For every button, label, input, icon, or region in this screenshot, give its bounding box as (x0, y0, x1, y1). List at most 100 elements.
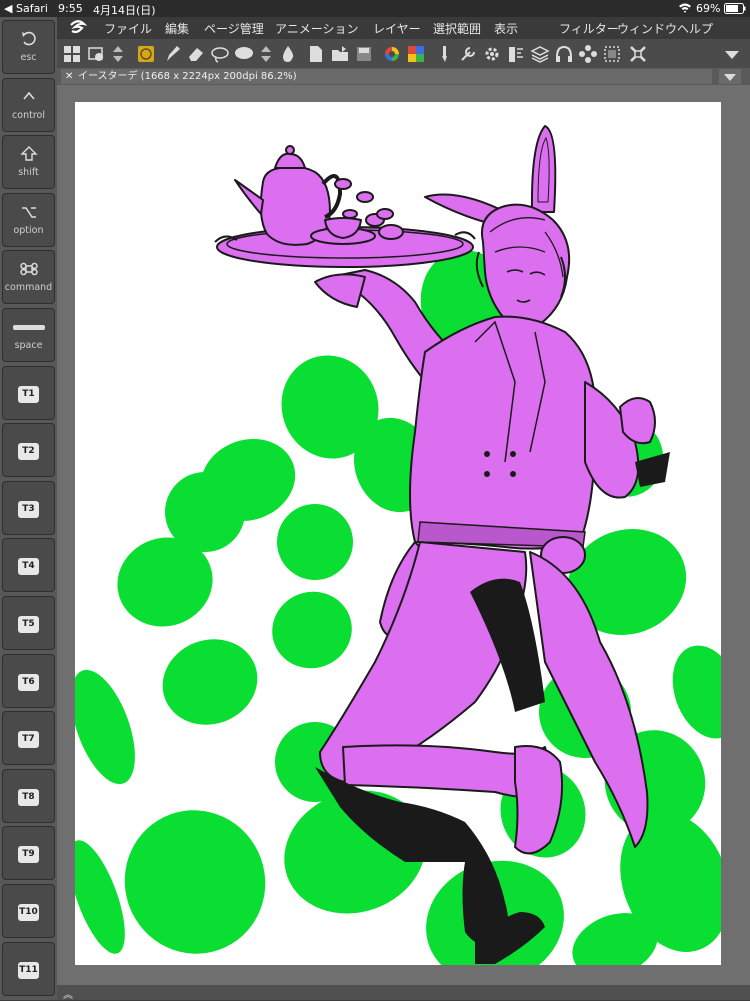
command-key-icon (3, 260, 54, 280)
shortcut-key-label: T1 (18, 385, 39, 403)
green-egg (75, 669, 135, 785)
menu-item-8[interactable]: ウィンドウ (617, 20, 677, 37)
toolbar-overflow-icon[interactable] (721, 43, 743, 65)
shortcut-key-label: T4 (18, 558, 39, 576)
shortcut-key-label: space (14, 340, 43, 351)
drawing-canvas[interactable] (75, 102, 721, 965)
flower-icon[interactable] (577, 43, 599, 65)
expand-panel-icon[interactable]: ︽ (63, 986, 73, 1001)
back-app-label: Safari (15, 2, 48, 15)
shortcut-key-option[interactable]: option (2, 192, 55, 247)
shortcut-key-esc[interactable]: esc (2, 20, 55, 74)
color-wheel-icon[interactable] (381, 43, 403, 65)
brush-icon[interactable] (433, 43, 455, 65)
shortcut-key-label: control (12, 109, 45, 121)
lasso-icon[interactable] (209, 43, 231, 65)
wrench-icon[interactable] (457, 43, 479, 65)
color-palette-icon[interactable] (405, 43, 427, 65)
battery-icon (724, 3, 746, 17)
headphones-icon[interactable] (553, 43, 575, 65)
shortcut-key-label: T5 (18, 616, 39, 633)
shift-arrow-icon (3, 145, 54, 165)
green-egg (672, 645, 721, 739)
save-icon[interactable] (353, 43, 375, 65)
layer-icon[interactable] (85, 43, 107, 65)
shortcut-key-label: esc (20, 52, 37, 63)
shortcut-key-t8[interactable]: T8 (2, 768, 55, 823)
date: 4月14日(日) (93, 4, 156, 17)
document-tab-bar: ✕ イースターデ (1668 x 2224px 200dpi 86.2%) (57, 68, 750, 85)
artwork-easter-bunny-butler (75, 125, 721, 965)
shortcut-key-label: T11 (18, 961, 39, 979)
pen-icon[interactable] (161, 43, 183, 65)
command-bar (57, 39, 750, 69)
canvas-workspace[interactable] (57, 85, 750, 985)
shortcut-key-t1[interactable]: T1 (2, 365, 55, 420)
shortcut-key-t9[interactable]: T9 (2, 826, 55, 881)
document-title: イースターデ (1668 x 2224px 200dpi 86.2%) (78, 71, 297, 82)
space-bar-icon (3, 318, 54, 338)
figure-torso (409, 315, 597, 573)
shortcut-key-label: T2 (18, 443, 39, 461)
close-tab-icon[interactable]: ✕ (65, 69, 73, 84)
open-icon[interactable] (329, 43, 351, 65)
shortcut-key-t10[interactable]: T10 (2, 884, 55, 938)
up-down-icon[interactable] (255, 43, 277, 65)
transform-icon[interactable] (627, 43, 649, 65)
menu-item-3[interactable]: アニメーション (275, 20, 359, 37)
clock: 9:55 (58, 2, 83, 15)
shortcut-key-t4[interactable]: T4 (2, 538, 55, 593)
green-egg (272, 591, 352, 669)
back-to-safari-link[interactable]: ◀ Safari (4, 2, 48, 15)
menu-item-1[interactable]: 編集 (165, 20, 189, 37)
document-tab[interactable]: ✕ イースターデ (1668 x 2224px 200dpi 86.2%) (61, 69, 712, 84)
up-down-icon[interactable] (107, 43, 129, 65)
option-key-icon (3, 203, 54, 223)
menu-item-5[interactable]: 選択範囲 (433, 20, 481, 37)
menu-item-6[interactable]: 表示 (494, 20, 518, 37)
new-file-icon[interactable] (305, 43, 327, 65)
menu-item-4[interactable]: レイヤー (373, 20, 421, 37)
gear-icon[interactable] (481, 43, 503, 65)
layers-icon[interactable] (529, 43, 551, 65)
green-egg (277, 504, 353, 580)
color-set-icon[interactable] (135, 43, 157, 65)
grid-icon[interactable] (61, 43, 83, 65)
balloon-icon[interactable] (233, 43, 255, 65)
menu-item-7[interactable]: フィルター (559, 20, 619, 37)
ios-status-bar: ◀ Safari 9:55 4月14日(日) 69% (0, 0, 750, 17)
ruler-icon[interactable] (505, 43, 527, 65)
shortcut-key-panel: esc control shift option command space T1 T2 T3 T… (0, 17, 57, 1000)
shortcut-key-control[interactable]: control (2, 77, 55, 132)
shortcut-key-label: T7 (18, 731, 39, 749)
shortcut-key-t5[interactable]: T5 (2, 596, 55, 650)
shortcut-key-space[interactable]: space (2, 308, 55, 362)
shortcut-key-t11[interactable]: T11 (2, 941, 55, 996)
shortcut-key-label: option (13, 224, 44, 236)
clip-studio-logo-icon[interactable] (69, 19, 88, 38)
shortcut-key-command[interactable]: command (2, 250, 55, 305)
eraser-icon[interactable] (185, 43, 207, 65)
menu-bar: ファイル 編集 ページ管理 アニメーション レイヤー 選択範囲 表示 フィルター ウィンドウ ヘル… (57, 17, 750, 39)
chevron-down-icon (724, 74, 736, 81)
shortcut-key-shift[interactable]: shift (2, 135, 55, 190)
shortcut-key-t7[interactable]: T7 (2, 711, 55, 766)
menu-item-0[interactable]: ファイル (104, 20, 152, 37)
shortcut-key-label: T10 (18, 904, 39, 921)
menu-item-2[interactable]: ページ管理 (204, 20, 264, 37)
bottom-status-strip: ︽ (57, 985, 750, 1001)
shortcut-key-label: shift (18, 167, 39, 179)
green-egg (124, 810, 266, 954)
green-egg (162, 639, 258, 725)
shortcut-key-t6[interactable]: T6 (2, 653, 55, 708)
tab-menu-button[interactable] (719, 69, 741, 84)
undo-arrow-icon (3, 30, 54, 50)
select-icon[interactable] (601, 43, 623, 65)
shortcut-key-label: command (4, 282, 53, 294)
shortcut-key-t2[interactable]: T2 (2, 423, 55, 478)
shortcut-key-t3[interactable]: T3 (2, 480, 55, 535)
menu-item-9[interactable]: ヘルプ (677, 20, 713, 37)
shortcut-key-label: T8 (18, 788, 39, 806)
shortcut-key-label: T6 (18, 673, 39, 691)
drop-icon[interactable] (277, 43, 299, 65)
